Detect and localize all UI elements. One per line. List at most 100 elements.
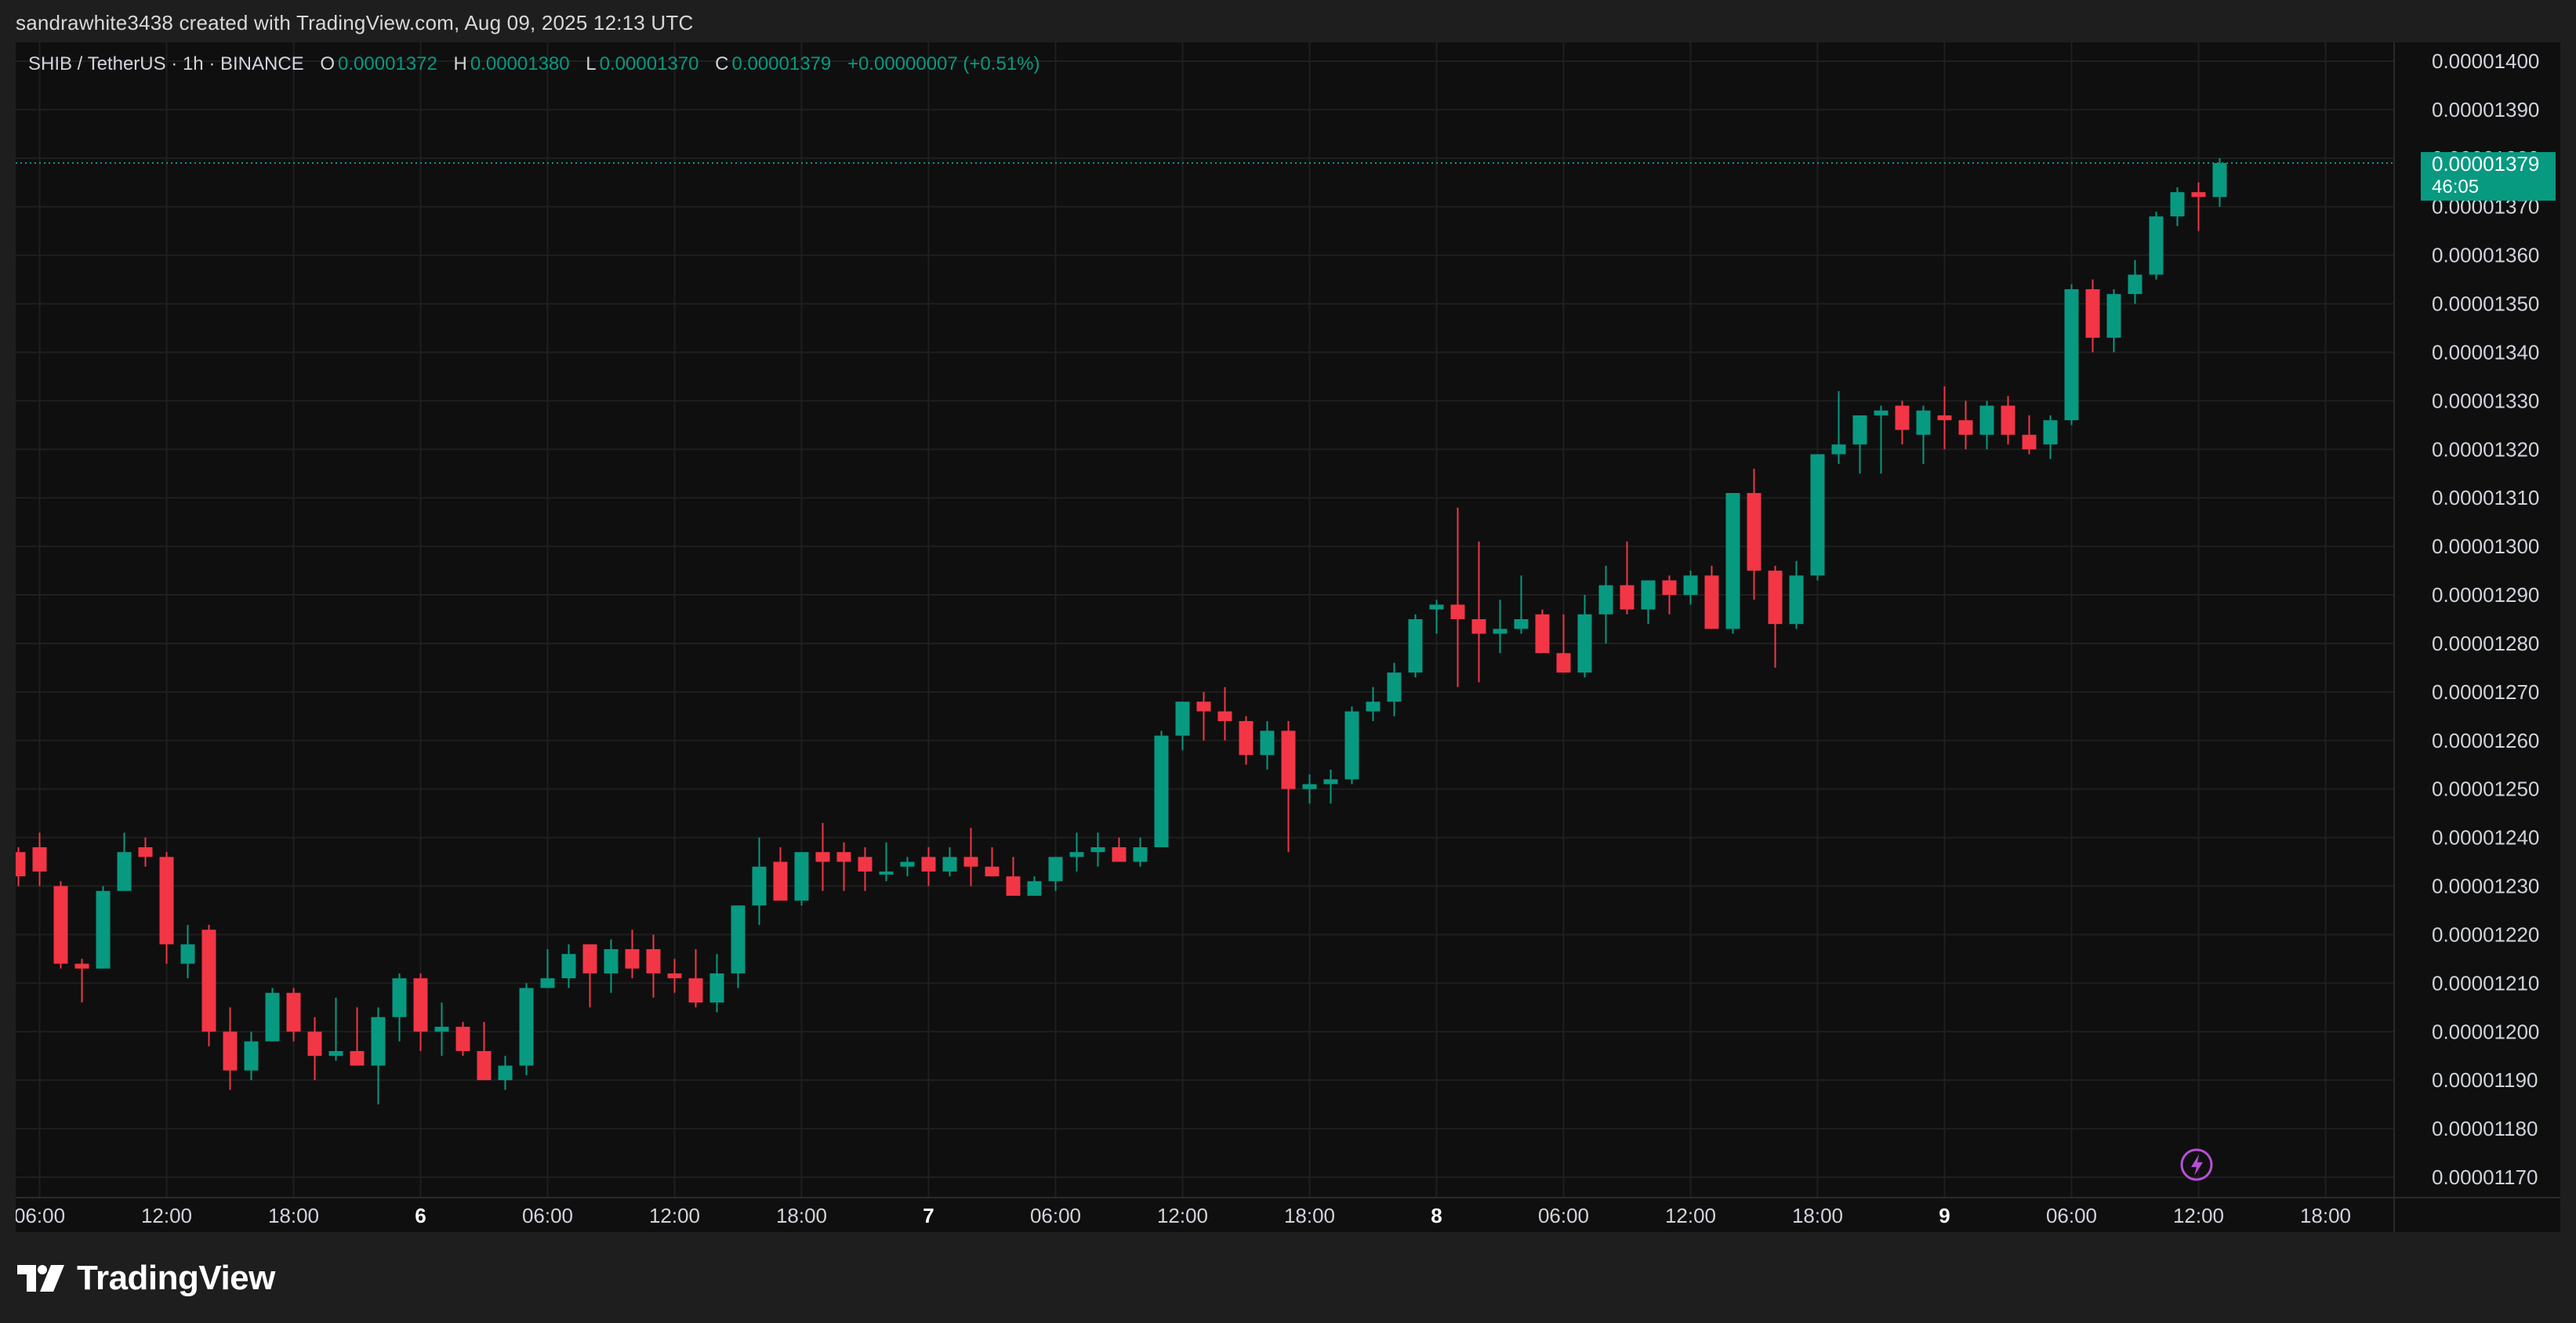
candle-down[interactable] bbox=[159, 852, 174, 964]
candle-up[interactable] bbox=[1916, 405, 1931, 464]
candle-down[interactable] bbox=[1471, 541, 1486, 683]
candle-down[interactable] bbox=[2022, 415, 2037, 455]
candle-down[interactable] bbox=[350, 1007, 365, 1066]
candle-up[interactable] bbox=[1577, 595, 1592, 678]
candle-up[interactable] bbox=[2128, 259, 2142, 304]
candle-up[interactable] bbox=[1027, 876, 1042, 896]
candle-down[interactable] bbox=[1450, 507, 1465, 687]
candle-up[interactable] bbox=[1514, 575, 1529, 634]
candle-down[interactable] bbox=[773, 846, 788, 901]
candle-up[interactable] bbox=[2212, 158, 2227, 207]
candle-up[interactable] bbox=[1683, 571, 1698, 605]
candle-up[interactable] bbox=[1810, 454, 1825, 581]
candle-up[interactable] bbox=[1154, 730, 1169, 847]
candle-up[interactable] bbox=[328, 997, 343, 1061]
candle-down[interactable] bbox=[815, 823, 830, 891]
candle-up[interactable] bbox=[794, 852, 809, 906]
candle-down[interactable] bbox=[1239, 716, 1254, 765]
candle-down[interactable] bbox=[667, 959, 682, 993]
candle-up[interactable] bbox=[371, 1007, 386, 1105]
candle-up[interactable] bbox=[1725, 493, 1740, 634]
candle-up[interactable] bbox=[1429, 600, 1444, 634]
candle-down[interactable] bbox=[625, 930, 640, 979]
candle-down[interactable] bbox=[646, 934, 661, 998]
chart-panel[interactable]: 0.00001170 0.00001180 0.00001190 0.00001200… bbox=[16, 42, 2560, 1232]
candle-down[interactable] bbox=[74, 959, 89, 1003]
candle-down[interactable] bbox=[223, 1007, 238, 1090]
candle-down[interactable] bbox=[1196, 691, 1211, 741]
candle-up[interactable] bbox=[434, 1002, 449, 1057]
candle-up[interactable] bbox=[519, 983, 534, 1075]
candle-down[interactable] bbox=[16, 846, 26, 886]
candle-down[interactable] bbox=[688, 949, 703, 1008]
candle-down[interactable] bbox=[138, 837, 153, 867]
candle-up[interactable] bbox=[1069, 832, 1084, 872]
candle-down[interactable] bbox=[836, 842, 851, 891]
candle-up[interactable] bbox=[1133, 837, 1148, 867]
candle-up[interactable] bbox=[709, 954, 724, 1013]
candle-up[interactable] bbox=[2106, 288, 2121, 353]
candle-up[interactable] bbox=[265, 988, 280, 1042]
candle-up[interactable] bbox=[1175, 701, 1190, 751]
candle-up[interactable] bbox=[96, 886, 111, 969]
candle-up[interactable] bbox=[1874, 405, 1888, 474]
candle-down[interactable] bbox=[985, 846, 1000, 877]
candle-up[interactable] bbox=[117, 832, 132, 891]
candle-up[interactable] bbox=[1408, 614, 1423, 678]
candle-up[interactable] bbox=[1260, 721, 1275, 770]
candle-down[interactable] bbox=[53, 881, 68, 969]
candle-down[interactable] bbox=[1662, 575, 1677, 614]
candle-up[interactable] bbox=[1641, 580, 1656, 625]
candle-down[interactable] bbox=[1281, 721, 1296, 853]
candle-down[interactable] bbox=[963, 828, 978, 886]
candle-down[interactable] bbox=[1006, 857, 1021, 896]
candle-up[interactable] bbox=[561, 944, 576, 988]
candle-up[interactable] bbox=[2064, 284, 2079, 426]
candle-up[interactable] bbox=[731, 905, 746, 988]
candle-down[interactable] bbox=[1620, 541, 1634, 614]
candle-up[interactable] bbox=[879, 842, 894, 882]
candle-up[interactable] bbox=[1598, 565, 1613, 643]
symbol-name[interactable]: SHIB / TetherUS · 1h · BINANCE bbox=[28, 53, 304, 74]
candle-down[interactable] bbox=[413, 973, 428, 1052]
candle-up[interactable] bbox=[1831, 391, 1846, 464]
candle-down[interactable] bbox=[1768, 565, 1783, 668]
candle-down[interactable] bbox=[286, 988, 301, 1042]
candle-up[interactable] bbox=[540, 949, 555, 988]
candle-down[interactable] bbox=[32, 832, 47, 886]
candle-up[interactable] bbox=[604, 939, 619, 993]
candle-up[interactable] bbox=[1979, 401, 1994, 450]
candle-down[interactable] bbox=[2085, 279, 2100, 353]
candle-down[interactable] bbox=[1704, 565, 1719, 629]
candle-up[interactable] bbox=[1344, 706, 1359, 785]
candle-down[interactable] bbox=[1535, 609, 1550, 654]
candle-down[interactable] bbox=[1937, 386, 1952, 450]
candle-down[interactable] bbox=[921, 846, 936, 886]
candle-up[interactable] bbox=[942, 846, 957, 877]
candle-up[interactable] bbox=[2170, 187, 2185, 227]
candle-up[interactable] bbox=[1387, 662, 1402, 716]
candle-up[interactable] bbox=[2043, 415, 2058, 459]
candlestick-chart[interactable]: 0.00001170 0.00001180 0.00001190 0.00001200… bbox=[16, 42, 2560, 1232]
candle-up[interactable] bbox=[1789, 560, 1804, 629]
candle-up[interactable] bbox=[498, 1056, 513, 1090]
brand[interactable]: TradingView bbox=[17, 1259, 275, 1298]
candle-up[interactable] bbox=[244, 1031, 259, 1081]
candle-up[interactable] bbox=[1323, 769, 1338, 804]
candle-up[interactable] bbox=[1852, 415, 1867, 474]
candle-down[interactable] bbox=[455, 1021, 470, 1057]
candle-up[interactable] bbox=[1493, 600, 1508, 654]
candle-down[interactable] bbox=[1112, 837, 1127, 862]
candle-down[interactable] bbox=[1958, 401, 1973, 450]
candle-down[interactable] bbox=[582, 944, 597, 1008]
candle-down[interactable] bbox=[858, 846, 873, 891]
candle-down[interactable] bbox=[1217, 687, 1232, 741]
candle-up[interactable] bbox=[752, 837, 767, 926]
candle-up[interactable] bbox=[180, 925, 195, 979]
candle-down[interactable] bbox=[201, 925, 216, 1046]
candle-down[interactable] bbox=[477, 1021, 492, 1081]
candle-up[interactable] bbox=[2149, 211, 2164, 280]
candle-down[interactable] bbox=[2001, 396, 2015, 445]
candle-down[interactable] bbox=[1747, 469, 1761, 600]
lightning-icon[interactable] bbox=[2180, 1148, 2213, 1181]
